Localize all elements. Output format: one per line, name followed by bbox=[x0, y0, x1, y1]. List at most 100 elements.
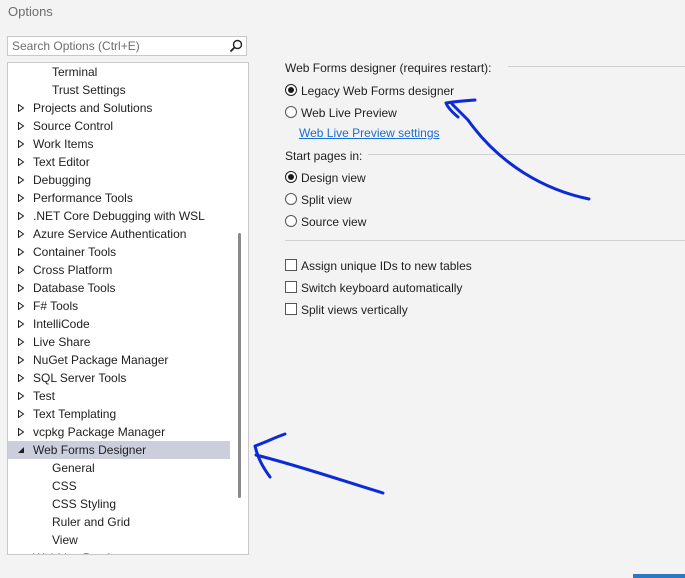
designer-section-heading: Web Forms designer (requires restart): bbox=[285, 61, 492, 75]
tree-item-label: Performance Tools bbox=[33, 191, 133, 205]
collapsed-arrow-icon[interactable] bbox=[17, 176, 25, 184]
tree-item[interactable]: Web Forms Designer bbox=[8, 441, 230, 459]
tree-item[interactable]: vcpkg Package Manager bbox=[8, 423, 230, 441]
tree-item-label: Test bbox=[33, 389, 56, 403]
ok-button-edge[interactable] bbox=[633, 574, 685, 578]
designer-annotation-arrow bbox=[450, 102, 591, 201]
designer-separator bbox=[508, 66, 685, 67]
collapsed-arrow-icon[interactable] bbox=[17, 212, 25, 220]
design-view-label: Design view bbox=[301, 171, 366, 185]
search-icon[interactable] bbox=[228, 38, 244, 54]
tree-item-label: Ruler and Grid bbox=[52, 515, 131, 529]
tree-item[interactable]: SQL Server Tools bbox=[8, 369, 230, 387]
tree-item-label: Web Forms Designer bbox=[33, 443, 147, 457]
collapsed-arrow-icon[interactable] bbox=[17, 320, 25, 328]
tree-item[interactable]: F# Tools bbox=[8, 297, 230, 315]
split-vertical-checkbox[interactable] bbox=[285, 303, 297, 315]
assign-ids-checkbox[interactable] bbox=[285, 259, 297, 271]
tree-item[interactable]: CSS Styling bbox=[8, 495, 230, 513]
search-input[interactable]: Search Options (Ctrl+E) bbox=[7, 36, 247, 56]
design-view-radio[interactable] bbox=[285, 171, 297, 183]
tree-item[interactable]: Container Tools bbox=[8, 243, 230, 261]
expanded-arrow-icon[interactable] bbox=[17, 446, 25, 454]
collapsed-arrow-icon[interactable] bbox=[17, 302, 25, 310]
designer-annotation-head bbox=[444, 98, 477, 119]
tree-item[interactable]: Ruler and Grid bbox=[8, 513, 230, 531]
tree-item[interactable]: Text Templating bbox=[8, 405, 230, 423]
tree-item-label: CSS bbox=[52, 479, 77, 493]
tree-scrollbar[interactable] bbox=[238, 233, 241, 498]
legacy-designer-label: Legacy Web Forms designer bbox=[301, 84, 455, 98]
tree-item[interactable]: Test bbox=[8, 387, 230, 405]
collapsed-arrow-icon[interactable] bbox=[17, 194, 25, 202]
tree-item[interactable]: IntelliCode bbox=[8, 315, 230, 333]
tree-item[interactable]: Debugging bbox=[8, 171, 230, 189]
tree-item-label: IntelliCode bbox=[33, 317, 90, 331]
web-live-preview-radio[interactable] bbox=[285, 106, 297, 118]
collapsed-arrow-icon[interactable] bbox=[17, 104, 25, 112]
collapsed-arrow-icon[interactable] bbox=[17, 356, 25, 364]
tree-item-label: CSS Styling bbox=[52, 497, 117, 511]
tree-item[interactable]: Performance Tools bbox=[8, 189, 230, 207]
tree-item[interactable]: Work Items bbox=[8, 135, 230, 153]
tree-item-label: Container Tools bbox=[33, 245, 117, 259]
tree-item-label: View bbox=[52, 533, 78, 547]
tree-item[interactable]: Trust Settings bbox=[8, 81, 230, 99]
collapsed-arrow-icon[interactable] bbox=[17, 392, 25, 400]
tree-item[interactable]: Live Share bbox=[8, 333, 230, 351]
tree-item[interactable]: General bbox=[8, 459, 230, 477]
tree-item-label: F# Tools bbox=[33, 299, 79, 313]
collapsed-arrow-icon[interactable] bbox=[17, 248, 25, 256]
tree-item[interactable]: .NET Core Debugging with WSL bbox=[8, 207, 230, 225]
tree-item-label: WebLive Preview bbox=[33, 549, 125, 554]
tree-item-label: General bbox=[52, 461, 95, 475]
tree-item[interactable]: Text Editor bbox=[8, 153, 230, 171]
tree-item[interactable]: Database Tools bbox=[8, 279, 230, 297]
tree-item[interactable]: Azure Service Authentication bbox=[8, 225, 230, 243]
collapsed-arrow-icon[interactable] bbox=[17, 284, 25, 292]
tree-item-label: Source Control bbox=[33, 119, 114, 133]
search-placeholder: Search Options (Ctrl+E) bbox=[12, 39, 140, 53]
tree-item-label: vcpkg Package Manager bbox=[33, 425, 166, 439]
source-view-label: Source view bbox=[301, 215, 367, 229]
source-view-radio[interactable] bbox=[285, 215, 297, 227]
collapsed-arrow-icon[interactable] bbox=[17, 428, 25, 436]
tree-item[interactable]: WebLive Preview bbox=[8, 549, 230, 555]
start-pages-heading: Start pages in: bbox=[285, 149, 363, 163]
tree-item[interactable]: View bbox=[8, 531, 230, 549]
collapsed-arrow-icon[interactable] bbox=[17, 266, 25, 274]
tree-item[interactable]: CSS bbox=[8, 477, 230, 495]
tree-item-label: Terminal bbox=[52, 65, 98, 79]
collapsed-arrow-icon[interactable] bbox=[17, 374, 25, 382]
collapsed-arrow-icon[interactable] bbox=[17, 230, 25, 238]
tree-item-label: Trust Settings bbox=[52, 83, 126, 97]
tree-item[interactable]: Projects and Solutions bbox=[8, 99, 230, 117]
assign-ids-label: Assign unique IDs to new tables bbox=[301, 259, 472, 273]
collapsed-arrow-icon[interactable] bbox=[17, 338, 25, 346]
tree-item-label: Work Items bbox=[33, 137, 94, 151]
switch-keyboard-checkbox[interactable] bbox=[285, 281, 297, 293]
split-vertical-label: Split views vertically bbox=[301, 303, 408, 317]
options-tree[interactable]: WebLive Preview View Ruler and Grid CSS Sty… bbox=[7, 62, 249, 555]
window-title: Options bbox=[8, 4, 53, 19]
tree-annotation-arrow bbox=[254, 453, 385, 495]
start-pages-separator bbox=[368, 154, 685, 155]
tree-item-label: Azure Service Authentication bbox=[33, 227, 187, 241]
tree-item[interactable]: NuGet Package Manager bbox=[8, 351, 230, 369]
tree-item-label: Live Share bbox=[33, 335, 91, 349]
web-live-preview-settings-link[interactable]: Web Live Preview settings bbox=[299, 126, 440, 140]
tree-item-label: Text Templating bbox=[33, 407, 117, 421]
split-view-radio[interactable] bbox=[285, 193, 297, 205]
collapsed-arrow-icon[interactable] bbox=[17, 410, 25, 418]
split-view-label: Split view bbox=[301, 193, 352, 207]
collapsed-arrow-icon[interactable] bbox=[17, 554, 25, 555]
collapsed-arrow-icon[interactable] bbox=[17, 140, 25, 148]
collapsed-arrow-icon[interactable] bbox=[17, 158, 25, 166]
tree-item[interactable]: Cross Platform bbox=[8, 261, 230, 279]
tree-item-label: Cross Platform bbox=[33, 263, 113, 277]
collapsed-arrow-icon[interactable] bbox=[17, 122, 25, 130]
tree-item-label: Text Editor bbox=[33, 155, 90, 169]
tree-item[interactable]: Source Control bbox=[8, 117, 230, 135]
tree-item[interactable]: Terminal bbox=[8, 63, 230, 81]
legacy-designer-radio[interactable] bbox=[285, 84, 297, 96]
